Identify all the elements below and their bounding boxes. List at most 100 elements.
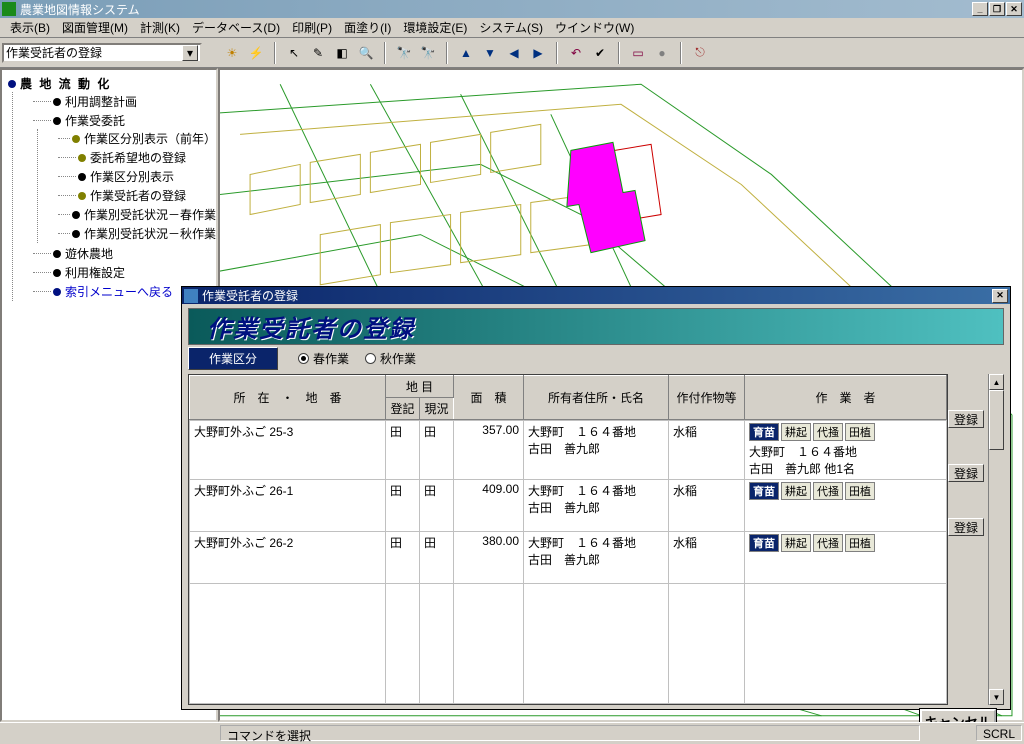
arrow-up-icon[interactable]: ▲ [456,43,476,63]
cell-worker: 育苗耕起代掻田植 [745,532,947,584]
radio-option[interactable]: 秋作業 [365,350,416,367]
bolt-icon[interactable]: ⚡ [246,43,266,63]
tree-item[interactable]: 索引メニューへ戻る [65,283,173,300]
cell-location: 大野町外ふご 25-3 [190,421,386,480]
tree-item[interactable]: 作業別受託状況－春作業 [84,206,216,223]
close-button[interactable]: ✕ [1006,2,1022,16]
separator [446,42,448,64]
work-tag[interactable]: 耕起 [781,534,811,552]
chevron-down-icon[interactable]: ▾ [182,45,198,61]
cell-cur: 田 [420,480,454,532]
col-cur: 現況 [420,398,454,420]
minimize-button[interactable]: _ [972,2,988,16]
radio-label: 秋作業 [380,350,416,367]
binoculars-plus-icon[interactable]: 🔭 [394,43,414,63]
tree-item[interactable]: 委託希望地の登録 [90,149,186,166]
col-owner: 所有者住所・氏名 [524,376,669,420]
status-text: コマンドを選択 [220,725,920,741]
app-icon [2,2,16,16]
menu-item[interactable]: 計測(K) [134,17,186,38]
menu-item[interactable]: 環境設定(E) [397,17,473,38]
table-row[interactable]: 大野町外ふご 25-3田田357.00大野町 １６４番地 古田 善九郎水稲育苗耕… [190,421,947,480]
table-row[interactable]: 大野町外ふご 26-2田田380.00大野町 １６４番地 古田 善九郎水稲育苗耕… [190,532,947,584]
menu-item[interactable]: データベース(D) [186,17,286,38]
table-row[interactable]: 大野町外ふご 26-1田田409.00大野町 １６４番地 古田 善九郎水稲育苗耕… [190,480,947,532]
zoom-icon[interactable]: 🔍 [356,43,376,63]
tree-item[interactable]: 作業区分別表示 [90,168,174,185]
radio-icon [298,353,309,364]
work-tag[interactable]: 育苗 [749,482,779,500]
col-crop: 作付作物等 [669,376,745,420]
scrollbar[interactable]: ▲ ▼ [988,374,1004,705]
maximize-button[interactable]: ❐ [989,2,1005,16]
col-area: 面 積 [454,376,524,420]
arrow-right-icon[interactable]: ▶ [528,43,548,63]
section-label: 作業区分 [188,347,278,370]
sun-icon[interactable]: ☀ [222,43,242,63]
scroll-up-icon[interactable]: ▲ [989,374,1004,390]
work-tag[interactable]: 代掻 [813,482,843,500]
cell-owner: 大野町 １６４番地 古田 善九郎 [524,532,669,584]
arrow-left-icon[interactable]: ◀ [504,43,524,63]
binoculars-minus-icon[interactable]: 🔭 [418,43,438,63]
work-tag[interactable]: 耕起 [781,423,811,441]
work-tag[interactable]: 田植 [845,423,875,441]
tree-item[interactable]: 作業受委託 [65,112,125,129]
menu-item[interactable]: 面塗り(I) [338,17,397,38]
work-tag[interactable]: 耕起 [781,482,811,500]
menu-item[interactable]: 印刷(P) [286,17,338,38]
tree-item[interactable]: 作業区分別表示（前年） [84,130,216,147]
check-icon[interactable]: ✔ [590,43,610,63]
cell-worker: 育苗耕起代掻田植大野町 １６４番地 古田 善九郎 他1名 [745,421,947,480]
tree-item[interactable]: 利用権設定 [65,264,125,281]
dialog-titlebar: 作業受託者の登録 ✕ [182,287,1010,304]
cell-crop: 水稲 [669,480,745,532]
dialog-icon [184,289,198,303]
radio-option[interactable]: 春作業 [298,350,349,367]
data-grid: 所 在 ・ 地 番 地 目 面 積 所有者住所・氏名 作付作物等 作 業 者 登… [188,374,948,705]
arrow-down-icon[interactable]: ▼ [480,43,500,63]
tree-root[interactable]: 農 地 流 動 化 [20,75,111,92]
circle-icon[interactable]: ● [652,43,672,63]
separator [618,42,620,64]
app-titlebar: 農業地図情報システム _ ❐ ✕ [0,0,1024,18]
menu-item[interactable]: 表示(B) [4,17,56,38]
separator [556,42,558,64]
pencil-icon[interactable]: ✎ [308,43,328,63]
dialog-title: 作業受託者の登録 [202,287,992,304]
dialog-controls: 作業区分 春作業 秋作業 [188,347,1004,370]
work-tag[interactable]: 育苗 [749,423,779,441]
cell-owner: 大野町 １６４番地 古田 善九郎 [524,421,669,480]
exit-icon[interactable]: ⎋ [690,43,710,63]
col-location: 所 在 ・ 地 番 [190,376,386,420]
pointer-icon[interactable]: ↖ [284,43,304,63]
cell-area: 380.00 [454,532,524,584]
work-tag[interactable]: 田植 [845,482,875,500]
work-tag[interactable]: 代掻 [813,534,843,552]
undo-icon[interactable]: ↶ [566,43,586,63]
register-button[interactable]: 登録 [948,518,984,536]
tree-item[interactable]: 利用調整計画 [65,93,137,110]
menubar: 表示(B)図面管理(M)計測(K)データベース(D)印刷(P)面塗り(I)環境設… [0,18,1024,38]
layer-combo[interactable]: 作業受託者の登録 ▾ [2,43,202,63]
select-rect-icon[interactable]: ▭ [628,43,648,63]
scroll-thumb[interactable] [989,390,1004,450]
tree-item[interactable]: 作業受託者の登録 [90,187,186,204]
col-landtype: 地 目 [386,376,454,398]
register-button[interactable]: 登録 [948,464,984,482]
register-button[interactable]: 登録 [948,410,984,428]
work-tag[interactable]: 育苗 [749,534,779,552]
dialog-close-button[interactable]: ✕ [992,289,1008,303]
combo-value: 作業受託者の登録 [6,44,102,61]
menu-item[interactable]: システム(S) [473,17,549,38]
cell-reg: 田 [386,421,420,480]
tree-item[interactable]: 作業別受託状況－秋作業 [84,225,216,242]
work-tag[interactable]: 代掻 [813,423,843,441]
status-scrl: SCRL [976,725,1022,741]
eraser-icon[interactable]: ◧ [332,43,352,63]
scroll-down-icon[interactable]: ▼ [989,689,1004,705]
work-tag[interactable]: 田植 [845,534,875,552]
tree-item[interactable]: 遊休農地 [65,245,113,262]
menu-item[interactable]: ウインドウ(W) [549,17,640,38]
menu-item[interactable]: 図面管理(M) [56,17,134,38]
